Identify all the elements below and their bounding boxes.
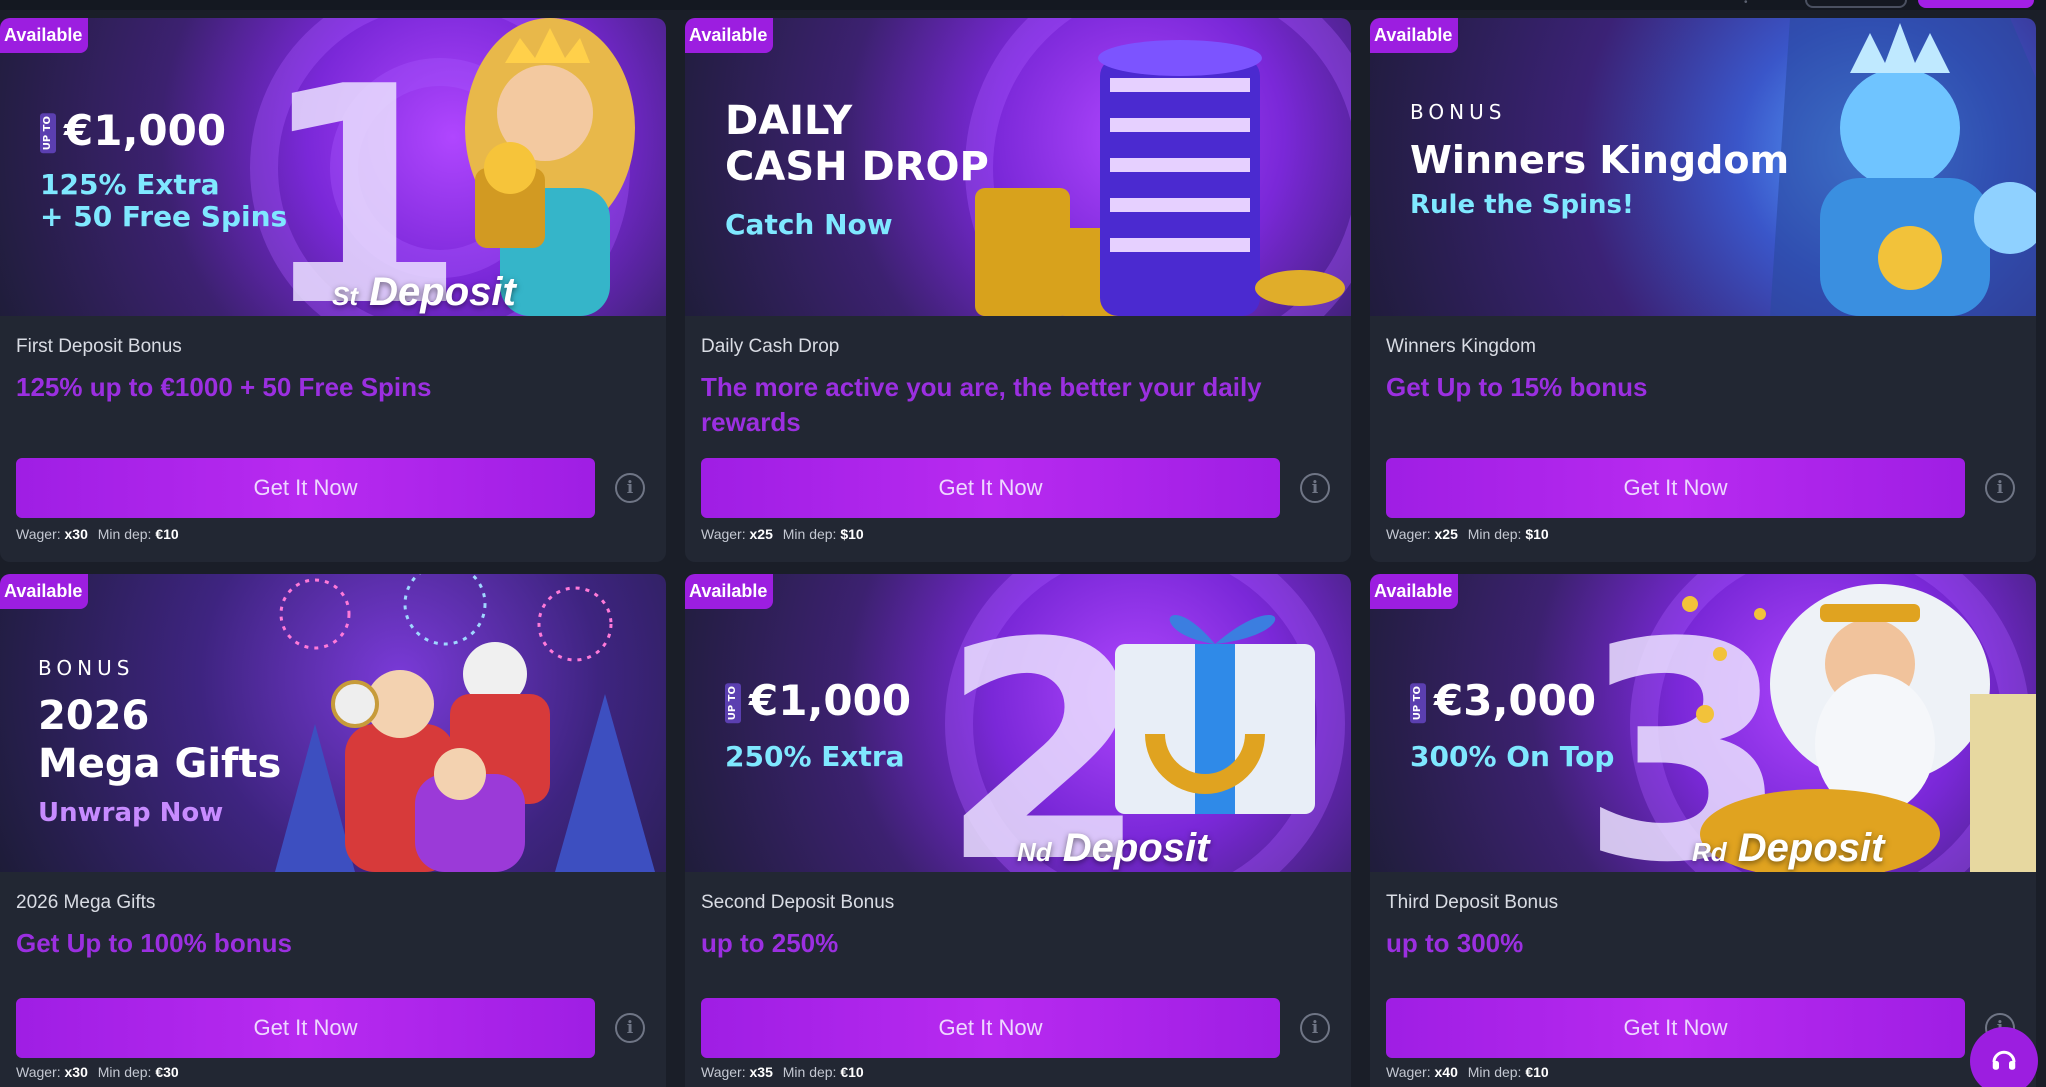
- info-circle-icon[interactable]: i: [1300, 1013, 1330, 1043]
- banner-line-2: + 50 Free Spins: [40, 200, 288, 233]
- info-circle-icon[interactable]: i: [615, 1013, 645, 1043]
- info-circle-icon[interactable]: i: [1985, 473, 2015, 503]
- info-circle-icon[interactable]: i: [615, 473, 645, 503]
- bonus-terms: Wager: x35 Min dep: €10: [701, 1064, 864, 1080]
- get-it-now-button[interactable]: Get It Now: [16, 998, 595, 1058]
- live-support-button[interactable]: [1970, 1027, 2038, 1087]
- bonus-banner[interactable]: BONUS 2026 Mega Gifts Unwrap Now: [0, 574, 666, 872]
- available-badge: Available: [1370, 18, 1459, 53]
- card-title: 2026 Mega Gifts: [16, 892, 156, 913]
- available-badge: Available: [685, 18, 774, 53]
- available-badge: Available: [685, 574, 774, 609]
- available-badge: Available: [0, 18, 89, 53]
- card-subtitle: up to 300%: [1386, 928, 1524, 958]
- login-button[interactable]: [1805, 0, 1907, 8]
- card-subtitle: 125% up to €1000 + 50 Free Spins: [16, 372, 432, 402]
- info-circle-icon[interactable]: i: [1300, 473, 1330, 503]
- available-badge: Available: [1370, 574, 1459, 609]
- banner-headline: Winners Kingdom: [1410, 138, 1790, 182]
- get-it-now-button[interactable]: Get It Now: [701, 458, 1280, 518]
- bonus-terms: Wager: x30 Min dep: €10: [16, 526, 179, 542]
- available-badge: Available: [0, 574, 89, 609]
- get-it-now-button[interactable]: Get It Now: [1386, 998, 1965, 1058]
- menu-dot-icon: •: [1744, 0, 1748, 8]
- bonus-card-mega-gifts: BONUS 2026 Mega Gifts Unwrap Now Availab…: [0, 574, 666, 1087]
- banner-line-2: Mega Gifts: [38, 741, 282, 787]
- banner-accent: Rule the Spins!: [1410, 190, 1634, 220]
- banner-amount: €1,000: [749, 676, 912, 725]
- bonus-banner[interactable]: DAILY CASH DROP Catch Now: [685, 18, 1351, 316]
- card-subtitle: Get Up to 100% bonus: [16, 928, 292, 958]
- banner-bonus-label: BONUS: [38, 656, 135, 680]
- banner-bonus-label: BONUS: [1410, 100, 1507, 124]
- get-it-now-button[interactable]: Get It Now: [701, 998, 1280, 1058]
- banner-line-2: CASH DROP: [725, 144, 989, 190]
- banner-accent: Catch Now: [725, 208, 893, 241]
- banner-deposit-word: Rd Deposit: [1692, 826, 1885, 870]
- card-subtitle: Get Up to 15% bonus: [1386, 372, 1648, 402]
- banner-deposit-word: St Deposit: [332, 270, 516, 314]
- up-to-tag: UP TO: [1410, 683, 1426, 724]
- bonus-terms: Wager: x25 Min dep: $10: [1386, 526, 1549, 542]
- banner-deposit-word: Nd Deposit: [1017, 826, 1210, 870]
- card-title: Second Deposit Bonus: [701, 892, 895, 913]
- bonus-banner[interactable]: 1 UP TO €1,000 125% Extra + 50 Free Spins…: [0, 18, 666, 316]
- card-title: First Deposit Bonus: [16, 336, 182, 357]
- bonus-card-first-deposit: 1 UP TO €1,000 125% Extra + 50 Free Spins…: [0, 18, 666, 562]
- register-button[interactable]: [1918, 0, 2034, 8]
- up-to-tag: UP TO: [725, 683, 741, 724]
- banner-amount: €1,000: [64, 106, 227, 155]
- banner-accent: Unwrap Now: [38, 798, 224, 828]
- get-it-now-button[interactable]: Get It Now: [16, 458, 595, 518]
- up-to-tag: UP TO: [40, 113, 56, 154]
- bonus-card-winners-kingdom: BONUS Winners Kingdom Rule the Spins! Av…: [1370, 18, 2036, 562]
- banner-line-1: 2026: [38, 693, 150, 739]
- bonus-terms: Wager: x40 Min dep: €10: [1386, 1064, 1549, 1080]
- card-subtitle: The more active you are, the better your…: [701, 372, 1262, 437]
- casino-chips-icon: [975, 40, 1345, 316]
- get-it-now-button[interactable]: Get It Now: [1386, 458, 1965, 518]
- banner-line-1: DAILY: [725, 98, 853, 144]
- bonus-card-third-deposit: 3 UP TO €3,000 300% On Top Rd Deposit Ava…: [1370, 574, 2036, 1087]
- top-bar: •: [0, 0, 2046, 10]
- bonus-banner[interactable]: 2 UP TO €1,000 250% Extra Nd Deposit: [685, 574, 1351, 872]
- bonus-terms: Wager: x25 Min dep: $10: [701, 526, 864, 542]
- banner-line-1: 125% Extra: [40, 168, 220, 201]
- card-subtitle: up to 250%: [701, 928, 839, 958]
- bonus-card-daily-cash-drop: DAILY CASH DROP Catch Now Available Dail…: [685, 18, 1351, 562]
- card-title: Winners Kingdom: [1386, 336, 1536, 357]
- bonus-banner[interactable]: BONUS Winners Kingdom Rule the Spins!: [1370, 18, 2036, 316]
- banner-amount: €3,000: [1434, 676, 1597, 725]
- christmas-party-icon: [275, 574, 655, 872]
- banner-line-1: 250% Extra: [725, 740, 905, 773]
- card-title: Daily Cash Drop: [701, 336, 840, 357]
- bonus-terms: Wager: x30 Min dep: €30: [16, 1064, 179, 1080]
- card-title: Third Deposit Bonus: [1386, 892, 1559, 913]
- headset-icon: [1992, 1050, 2016, 1070]
- bonus-banner[interactable]: 3 UP TO €3,000 300% On Top Rd Deposit: [1370, 574, 2036, 872]
- bonus-card-second-deposit: 2 UP TO €1,000 250% Extra Nd Deposit Avai…: [685, 574, 1351, 1087]
- banner-line-1: 300% On Top: [1410, 740, 1615, 773]
